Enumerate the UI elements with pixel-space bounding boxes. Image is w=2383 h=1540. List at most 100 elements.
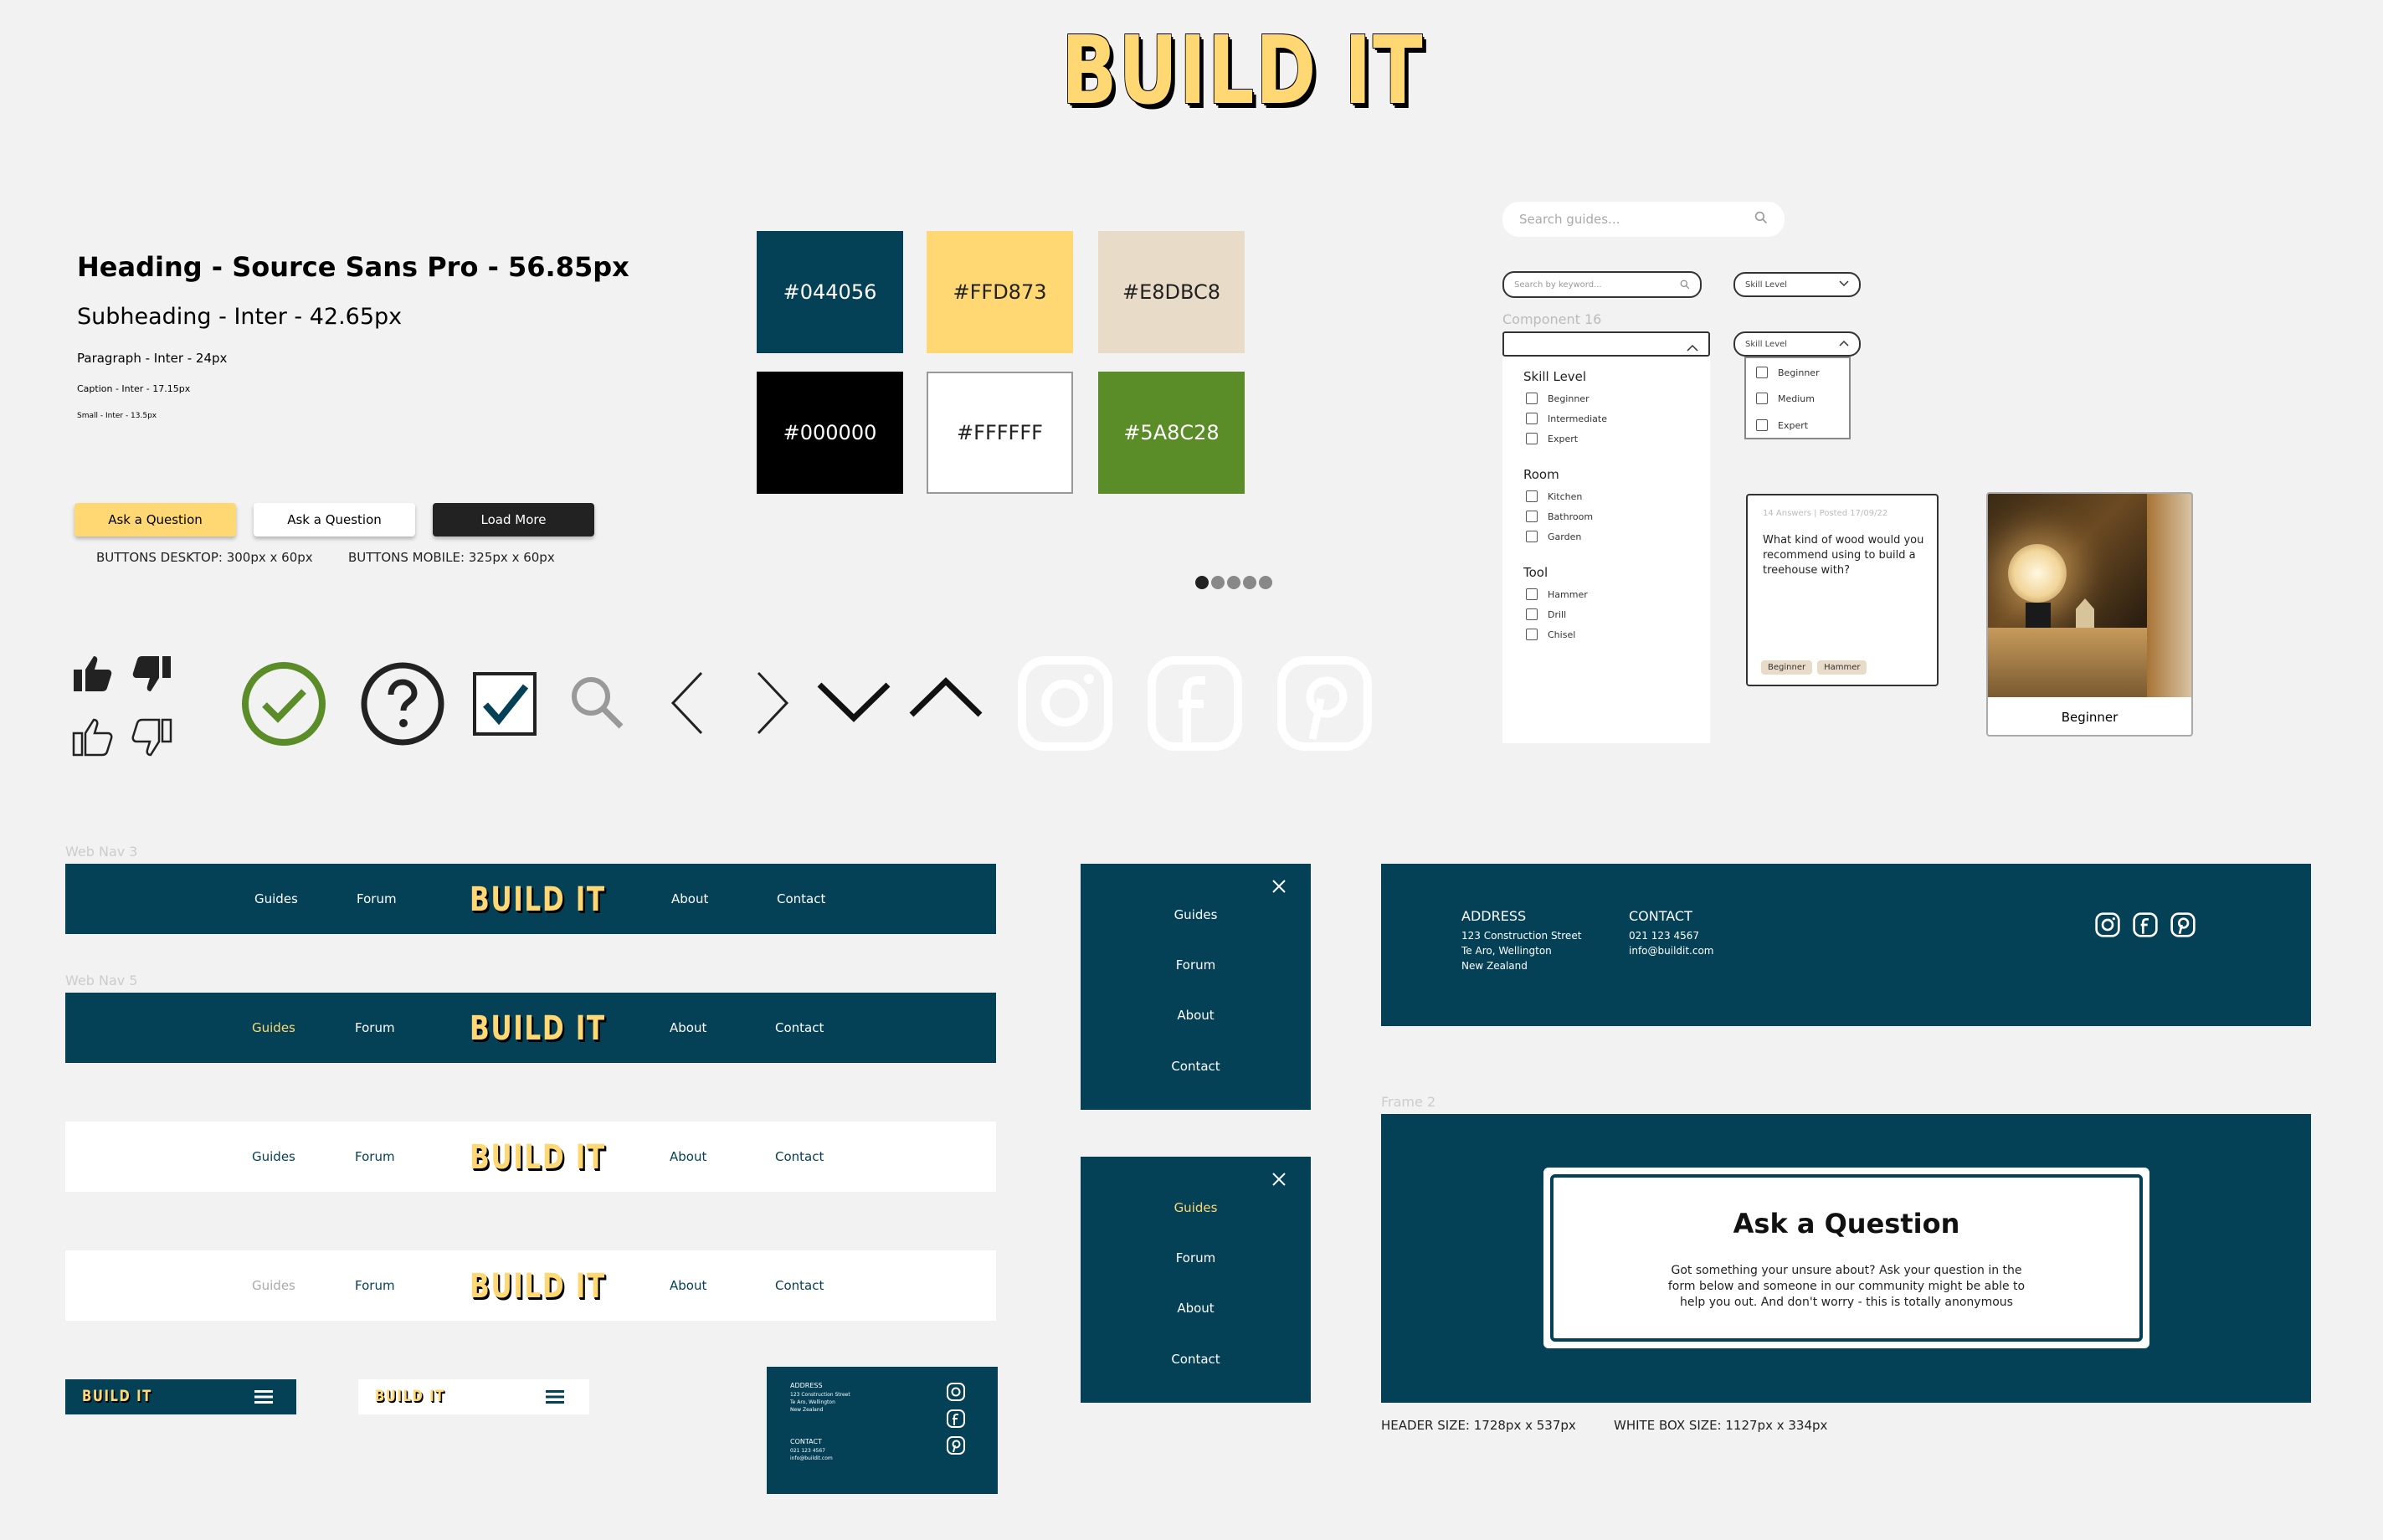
nav-guides-active[interactable]: Guides — [252, 1278, 295, 1293]
mobile-menu-about[interactable]: About — [1081, 1008, 1311, 1023]
filter-option[interactable]: Kitchen — [1526, 490, 1582, 502]
nav-logo[interactable]: BUILD IT — [470, 1009, 606, 1048]
mobile-menu-forum[interactable]: Forum — [1081, 1250, 1311, 1265]
facebook-icon[interactable] — [946, 1409, 966, 1433]
mobile-footer-contact-line: 021 123 4567 — [790, 1448, 825, 1454]
ask-question-box: Ask a Question Got something your unsure… — [1543, 1168, 2149, 1348]
skill-level-select-open-label: Skill Level — [1745, 339, 1788, 349]
carousel-dots[interactable] — [1195, 576, 1275, 593]
nav-logo[interactable]: BUILD IT — [470, 1138, 606, 1177]
type-small-sample: Small - Inter - 13.5px — [77, 412, 157, 420]
mobile-menu-active: Guides Forum About Contact — [1081, 1157, 1311, 1403]
nav-forum[interactable]: Forum — [355, 1278, 395, 1293]
thumbs-down-filled-icon[interactable] — [127, 654, 174, 699]
chevron-right-icon[interactable] — [755, 670, 790, 741]
guide-card[interactable]: Beginner — [1986, 492, 2193, 737]
mobile-nav-logo[interactable]: BUILD IT — [375, 1387, 445, 1405]
facebook-icon[interactable] — [1147, 655, 1243, 756]
filter-option[interactable]: Garden — [1526, 531, 1581, 542]
chevron-up-icon[interactable] — [908, 676, 984, 724]
nav-forum[interactable]: Forum — [355, 1149, 395, 1164]
tag-hammer[interactable]: Hammer — [1817, 660, 1867, 675]
facebook-icon[interactable] — [2132, 911, 2159, 942]
nav-forum[interactable]: Forum — [357, 891, 397, 906]
nav-forum[interactable]: Forum — [355, 1020, 395, 1035]
nav-guides[interactable]: Guides — [252, 1149, 295, 1164]
skill-option[interactable]: Expert — [1756, 419, 1808, 431]
pinterest-icon[interactable] — [2170, 911, 2196, 942]
mobile-menu-about[interactable]: About — [1081, 1301, 1311, 1316]
filter-option[interactable]: Chisel — [1526, 629, 1575, 640]
chevron-down-icon[interactable] — [816, 680, 891, 727]
nav-guides-active[interactable]: Guides — [252, 1020, 295, 1035]
nav-about[interactable]: About — [670, 1278, 706, 1293]
mobile-menu-guides[interactable]: Guides — [1081, 907, 1311, 922]
load-more-button[interactable]: Load More — [433, 503, 594, 536]
checkbox-checked-icon[interactable] — [472, 671, 537, 741]
filter-option[interactable]: Intermediate — [1526, 413, 1607, 424]
mobile-footer-address-line: New Zealand — [790, 1407, 824, 1413]
search-guides-placeholder: Search guides... — [1519, 212, 1620, 227]
nav-contact[interactable]: Contact — [777, 891, 825, 906]
search-guides-input[interactable]: Search guides... — [1502, 202, 1785, 237]
nav-about[interactable]: About — [670, 1020, 706, 1035]
instagram-icon[interactable] — [1017, 655, 1113, 756]
filter-select-header[interactable] — [1502, 331, 1710, 357]
filter-option[interactable]: Bathroom — [1526, 511, 1593, 522]
mobile-menu: Guides Forum About Contact — [1081, 864, 1311, 1110]
checkbox[interactable] — [1756, 367, 1768, 378]
close-icon[interactable] — [1271, 879, 1287, 897]
hamburger-menu-icon[interactable] — [546, 1390, 564, 1408]
pinterest-icon[interactable] — [1276, 655, 1373, 756]
nav-about[interactable]: About — [671, 891, 708, 906]
nav-contact[interactable]: Contact — [775, 1020, 824, 1035]
ask-question-button-secondary[interactable]: Ask a Question — [254, 503, 415, 536]
mobile-menu-forum[interactable]: Forum — [1081, 957, 1311, 973]
nav-about[interactable]: About — [670, 1149, 706, 1164]
frame-label: Frame 2 — [1381, 1094, 1436, 1110]
footer-address-line: New Zealand — [1461, 960, 1528, 972]
skill-level-select-open[interactable]: Skill Level — [1733, 331, 1861, 357]
swatch-yellow: #FFD873 — [927, 231, 1073, 353]
hamburger-menu-icon[interactable] — [254, 1390, 273, 1408]
instagram-icon[interactable] — [946, 1382, 966, 1406]
mobile-nav-logo[interactable]: BUILD IT — [82, 1387, 152, 1405]
nav-contact[interactable]: Contact — [775, 1278, 824, 1293]
thumbs-down-outline-icon[interactable] — [127, 718, 174, 762]
search-icon[interactable] — [1754, 211, 1768, 228]
web-nav-3: Guides Forum BUILD IT About Contact — [65, 864, 996, 934]
instagram-icon[interactable] — [2094, 911, 2121, 942]
chevron-up-icon — [1839, 340, 1849, 349]
search-icon[interactable] — [569, 675, 624, 734]
keyword-search-placeholder: Search by keyword... — [1514, 280, 1602, 290]
ask-question-button-primary[interactable]: Ask a Question — [74, 503, 236, 536]
skill-option[interactable]: Medium — [1756, 393, 1815, 404]
filter-option[interactable]: Hammer — [1526, 588, 1588, 600]
mobile-menu-contact[interactable]: Contact — [1081, 1059, 1311, 1074]
nav-guides[interactable]: Guides — [254, 891, 298, 906]
filter-option[interactable]: Beginner — [1526, 393, 1590, 404]
close-icon[interactable] — [1271, 1172, 1287, 1190]
keyword-search-input[interactable]: Search by keyword... — [1502, 271, 1702, 298]
checkbox[interactable] — [1756, 419, 1768, 431]
chevron-down-icon — [1839, 280, 1849, 290]
nav-logo[interactable]: BUILD IT — [470, 880, 606, 919]
ask-question-title: Ask a Question — [1733, 1208, 1960, 1240]
mobile-menu-contact[interactable]: Contact — [1081, 1352, 1311, 1367]
mobile-menu-guides-active[interactable]: Guides — [1081, 1200, 1311, 1215]
skill-option[interactable]: Beginner — [1756, 367, 1820, 378]
nav-logo[interactable]: BUILD IT — [470, 1267, 606, 1306]
nav-contact[interactable]: Contact — [775, 1149, 824, 1164]
filter-option[interactable]: Drill — [1526, 608, 1566, 620]
checkbox[interactable] — [1756, 393, 1768, 404]
thumbs-up-filled-icon[interactable] — [70, 653, 117, 697]
filter-option[interactable]: Expert — [1526, 433, 1578, 444]
chevron-left-icon[interactable] — [670, 670, 705, 741]
thumbs-up-outline-icon[interactable] — [70, 716, 117, 761]
skill-level-select[interactable]: Skill Level — [1733, 272, 1861, 297]
question-card[interactable]: 14 Answers | Posted 17/09/22 What kind o… — [1746, 494, 1939, 686]
tag-beginner[interactable]: Beginner — [1761, 660, 1813, 675]
footer-address-line: 123 Construction Street — [1461, 930, 1582, 942]
pinterest-icon[interactable] — [946, 1435, 966, 1460]
header-size-caption: HEADER SIZE: 1728px x 537px — [1381, 1418, 1576, 1433]
